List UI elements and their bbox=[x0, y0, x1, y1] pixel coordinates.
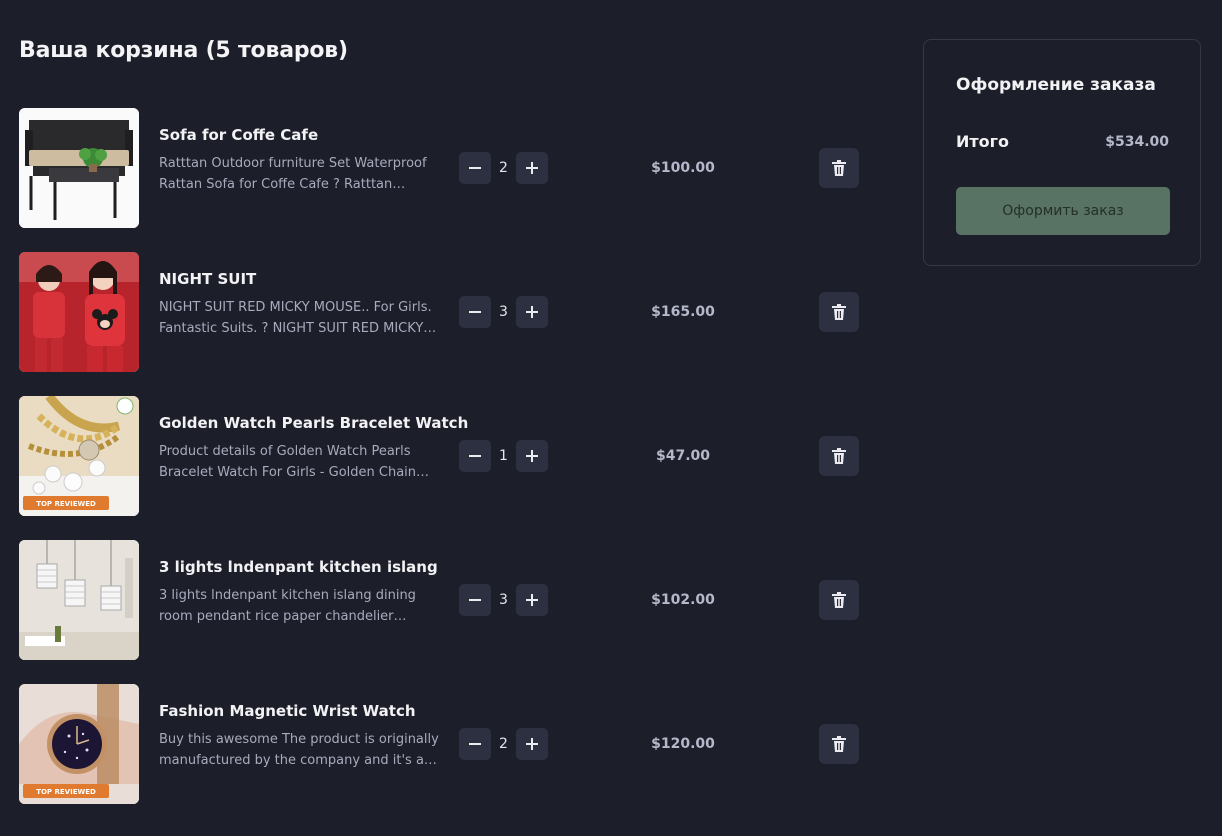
top-reviewed-badge: TOP REVIEWED bbox=[36, 500, 96, 508]
plus-icon bbox=[526, 738, 538, 750]
increase-quantity-button[interactable] bbox=[516, 728, 548, 760]
cart-item: TOP REVIEWED Fashion Magnetic Wrist Watc… bbox=[19, 684, 879, 804]
order-summary-title: Оформление заказа bbox=[956, 75, 1156, 95]
product-image[interactable] bbox=[19, 540, 139, 660]
top-reviewed-badge: TOP REVIEWED bbox=[36, 788, 96, 796]
product-name[interactable]: Sofa for Coffe Cafe bbox=[159, 126, 441, 144]
product-image[interactable] bbox=[19, 252, 139, 372]
decrease-quantity-button[interactable] bbox=[459, 728, 491, 760]
minus-icon bbox=[469, 167, 481, 169]
plus-icon bbox=[526, 594, 538, 606]
order-summary-panel: Оформление заказа Итого $534.00 Оформить… bbox=[923, 39, 1201, 266]
trash-icon bbox=[832, 736, 846, 752]
plus-icon bbox=[526, 306, 538, 318]
quantity-value: 2 bbox=[499, 736, 508, 752]
product-description: Product details of Golden Watch Pearls B… bbox=[159, 444, 417, 480]
product-image[interactable]: TOP REVIEWED bbox=[19, 396, 139, 516]
quantity-stepper: 2 bbox=[459, 728, 548, 760]
product-name[interactable]: 3 lights lndenpant kitchen islang bbox=[159, 558, 441, 576]
increase-quantity-button[interactable] bbox=[516, 296, 548, 328]
increase-quantity-button[interactable] bbox=[516, 440, 548, 472]
minus-icon bbox=[469, 743, 481, 745]
item-price: $120.00 bbox=[651, 736, 715, 752]
remove-item-button[interactable] bbox=[819, 436, 859, 476]
increase-quantity-button[interactable] bbox=[516, 152, 548, 184]
decrease-quantity-button[interactable] bbox=[459, 440, 491, 472]
quantity-value: 3 bbox=[499, 304, 508, 320]
remove-item-button[interactable] bbox=[819, 724, 859, 764]
product-name[interactable]: Fashion Magnetic Wrist Watch bbox=[159, 702, 441, 720]
minus-icon bbox=[469, 311, 481, 313]
total-label: Итого bbox=[956, 132, 1010, 151]
item-price: $165.00 bbox=[651, 304, 715, 320]
checkout-button[interactable]: Оформить заказ bbox=[956, 187, 1170, 235]
decrease-quantity-button[interactable] bbox=[459, 296, 491, 328]
increase-quantity-button[interactable] bbox=[516, 584, 548, 616]
total-value: $534.00 bbox=[1105, 134, 1169, 150]
product-name[interactable]: Golden Watch Pearls Bracelet Watch bbox=[159, 414, 468, 432]
quantity-stepper: 2 bbox=[459, 152, 548, 184]
cart-item: TOP REVIEWED Golden Watch Pearls Bracele… bbox=[19, 396, 879, 516]
product-description: NIGHT SUIT RED MICKY MOUSE.. For Girls. … bbox=[159, 300, 432, 336]
quantity-stepper: 3 bbox=[459, 584, 548, 616]
remove-item-button[interactable] bbox=[819, 148, 859, 188]
product-description: Buy this awesome The product is original… bbox=[159, 732, 439, 768]
decrease-quantity-button[interactable] bbox=[459, 152, 491, 184]
cart-item: 3 lights lndenpant kitchen islang 3 ligh… bbox=[19, 540, 879, 660]
trash-icon bbox=[832, 448, 846, 464]
remove-item-button[interactable] bbox=[819, 292, 859, 332]
quantity-stepper: 3 bbox=[459, 296, 548, 328]
item-price: $47.00 bbox=[655, 448, 711, 464]
product-image[interactable]: TOP REVIEWED bbox=[19, 684, 139, 804]
quantity-value: 2 bbox=[499, 160, 508, 176]
minus-icon bbox=[469, 455, 481, 457]
cart-title: Ваша корзина (5 товаров) bbox=[19, 38, 348, 63]
product-name[interactable]: NIGHT SUIT bbox=[159, 270, 441, 288]
product-description: Ratttan Outdoor furniture Set Waterproof… bbox=[159, 156, 427, 192]
item-price: $100.00 bbox=[651, 160, 715, 176]
cart-item: Sofa for Coffe Cafe Ratttan Outdoor furn… bbox=[19, 108, 879, 228]
minus-icon bbox=[469, 599, 481, 601]
product-description: 3 lights lndenpant kitchen islang dining… bbox=[159, 588, 416, 624]
quantity-value: 1 bbox=[499, 448, 508, 464]
plus-icon bbox=[526, 450, 538, 462]
cart-items-list: Sofa for Coffe Cafe Ratttan Outdoor furn… bbox=[19, 108, 879, 828]
trash-icon bbox=[832, 160, 846, 176]
trash-icon bbox=[832, 592, 846, 608]
quantity-value: 3 bbox=[499, 592, 508, 608]
trash-icon bbox=[832, 304, 846, 320]
quantity-stepper: 1 bbox=[459, 440, 548, 472]
item-price: $102.00 bbox=[651, 592, 715, 608]
cart-item: NIGHT SUIT NIGHT SUIT RED MICKY MOUSE.. … bbox=[19, 252, 879, 372]
plus-icon bbox=[526, 162, 538, 174]
remove-item-button[interactable] bbox=[819, 580, 859, 620]
product-image[interactable] bbox=[19, 108, 139, 228]
decrease-quantity-button[interactable] bbox=[459, 584, 491, 616]
